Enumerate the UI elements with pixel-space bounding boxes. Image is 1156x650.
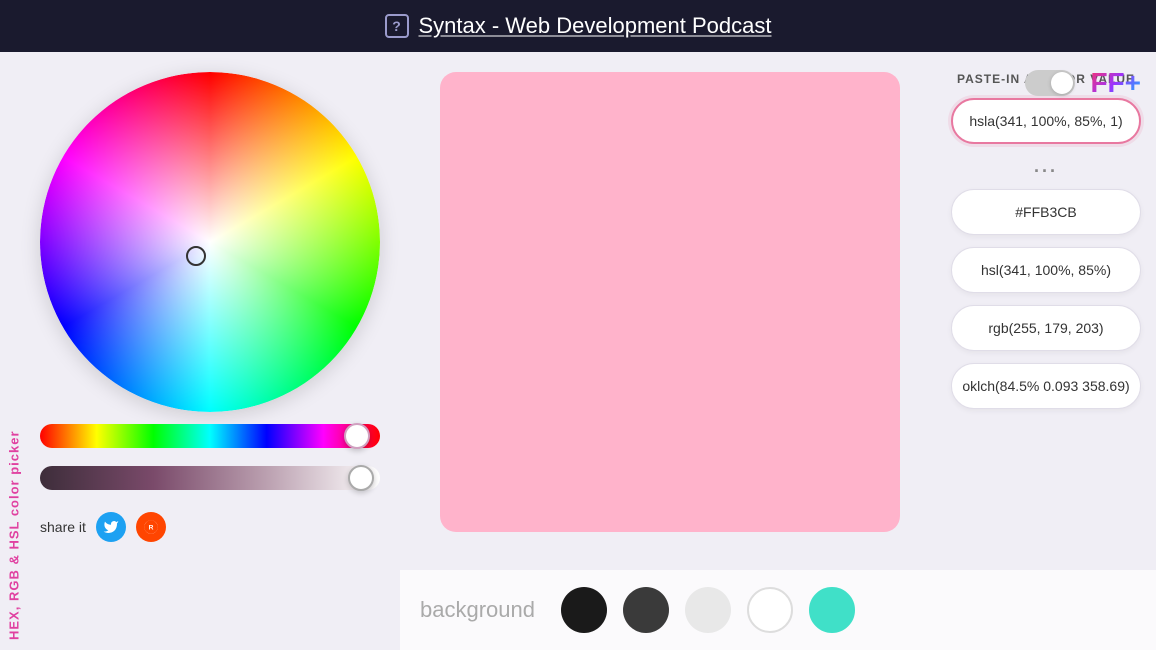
background-swatches-section: background xyxy=(400,570,1156,650)
ff-logo[interactable]: FF+ xyxy=(1090,67,1141,99)
background-label: background xyxy=(420,597,535,623)
color-wheel-section: share it R xyxy=(30,52,420,650)
sidebar-brand-label: HEX, RGB & HSL color picker xyxy=(0,52,30,650)
bg-swatch-white[interactable] xyxy=(747,587,793,633)
color-wheel-cursor[interactable] xyxy=(186,246,206,266)
color-paste-input[interactable]: hsla(341, 100%, 85%, 1) xyxy=(951,98,1141,144)
alpha-slider-thumb[interactable] xyxy=(348,465,374,491)
hsl-value-box[interactable]: hsl(341, 100%, 85%) xyxy=(951,247,1141,293)
hue-slider[interactable] xyxy=(40,424,380,454)
dark-mode-toggle[interactable] xyxy=(1025,70,1075,96)
header-title[interactable]: Syntax - Web Development Podcast xyxy=(419,13,772,39)
bg-swatch-teal[interactable] xyxy=(809,587,855,633)
color-wheel-canvas xyxy=(40,72,380,412)
color-wheel-white-overlay xyxy=(40,72,380,412)
twitter-share-button[interactable] xyxy=(96,512,126,542)
dots-separator: ... xyxy=(951,156,1141,177)
share-label: share it xyxy=(40,519,86,535)
rgb-value-box[interactable]: rgb(255, 179, 203) xyxy=(951,305,1141,351)
top-right-controls: FF+ xyxy=(1025,67,1141,99)
color-wheel[interactable] xyxy=(40,72,380,412)
hue-slider-track xyxy=(40,424,380,448)
alpha-slider-track xyxy=(40,466,380,490)
hue-slider-thumb[interactable] xyxy=(344,423,370,449)
color-swatch xyxy=(440,72,900,532)
hex-value-box[interactable]: #FFB3CB xyxy=(951,189,1141,235)
bg-swatch-lightgray[interactable] xyxy=(685,587,731,633)
right-panel: PASTE-IN A COLOR VALUE hsla(341, 100%, 8… xyxy=(936,52,1156,650)
bg-swatch-black[interactable] xyxy=(561,587,607,633)
share-section: share it R xyxy=(40,512,400,542)
toggle-thumb xyxy=(1051,72,1073,94)
alpha-slider[interactable] xyxy=(40,466,380,496)
reddit-share-button[interactable]: R xyxy=(136,512,166,542)
oklch-value-box[interactable]: oklch(84.5% 0.093 358.69) xyxy=(951,363,1141,409)
header-icon: ? xyxy=(385,14,409,38)
bg-swatch-darkgray[interactable] xyxy=(623,587,669,633)
svg-text:R: R xyxy=(149,525,154,532)
color-preview-area xyxy=(420,52,936,650)
header: ? Syntax - Web Development Podcast xyxy=(0,0,1156,52)
main-content: FF+ HEX, RGB & HSL color picker sh xyxy=(0,52,1156,650)
